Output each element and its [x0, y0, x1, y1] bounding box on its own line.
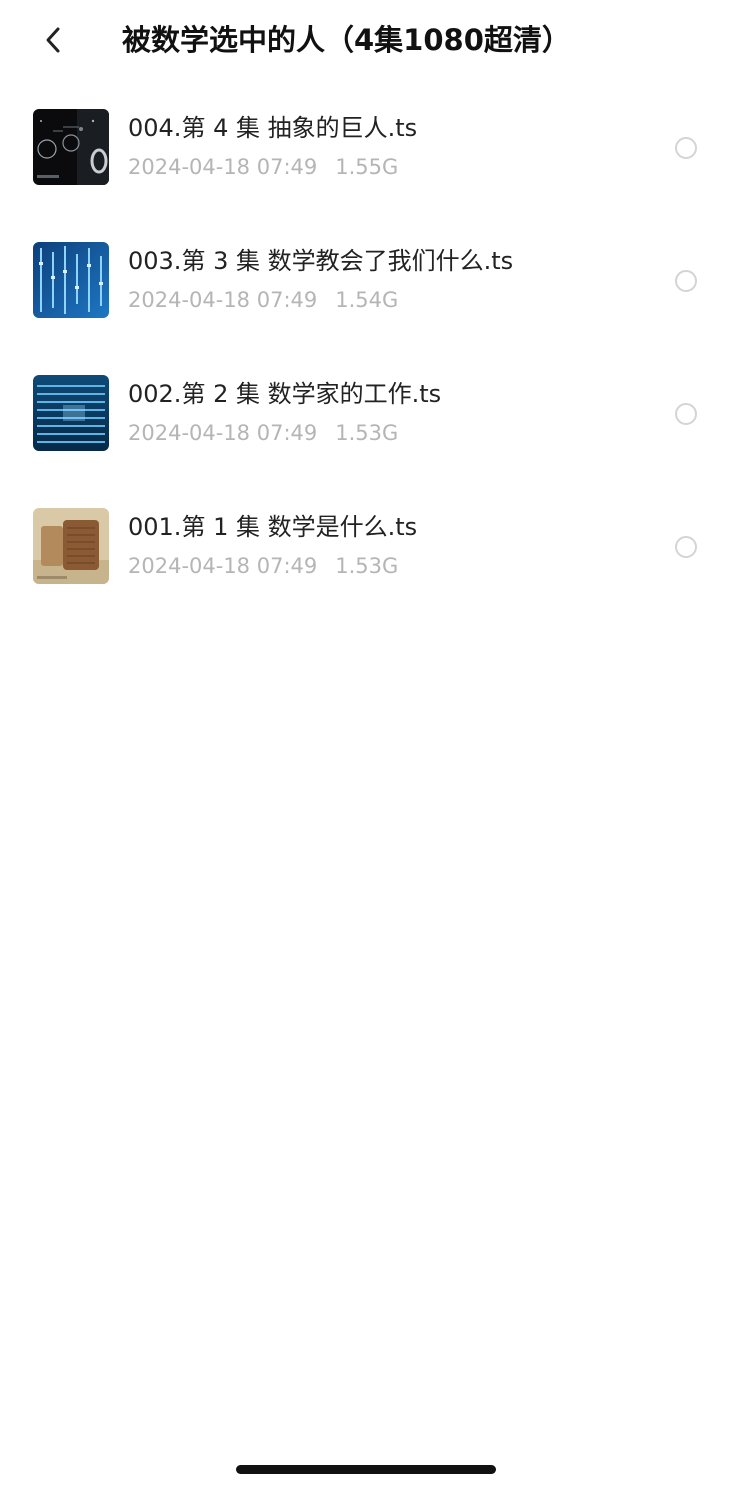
- file-meta: 2024-04-18 07:49 1.54G: [128, 285, 398, 315]
- file-name: 001.第 1 集 数学是什么.ts: [128, 513, 418, 541]
- select-radio[interactable]: [675, 403, 697, 425]
- file-size: 1.53G: [335, 554, 399, 578]
- file-list: 004.第 4 集 抽象的巨人.ts 2024-04-18 07:49 1.55G: [0, 100, 730, 632]
- file-meta: 2024-04-18 07:49 1.55G: [128, 152, 398, 182]
- file-size: 1.55G: [335, 155, 399, 179]
- file-row-episode-3[interactable]: 003.第 3 集 数学教会了我们什么.ts 2024-04-18 07:49 1…: [0, 233, 730, 366]
- file-meta: 2024-04-18 07:49 1.53G: [128, 418, 398, 448]
- clay-tablet-thumbnail: [33, 508, 109, 584]
- file-row-episode-1[interactable]: 001.第 1 集 数学是什么.ts 2024-04-18 07:49 1.53G: [0, 499, 730, 632]
- page-title: 被数学选中的人（4集1080超清）: [122, 23, 571, 57]
- back-button[interactable]: [30, 18, 76, 62]
- select-radio[interactable]: [675, 270, 697, 292]
- file-date: 2024-04-18 07:49: [128, 421, 318, 445]
- file-date: 2024-04-18 07:49: [128, 554, 318, 578]
- file-name: 003.第 3 集 数学教会了我们什么.ts: [128, 247, 514, 275]
- file-name: 002.第 2 集 数学家的工作.ts: [128, 380, 442, 408]
- navigation-bar: 被数学选中的人（4集1080超清）: [0, 0, 730, 82]
- file-name: 004.第 4 集 抽象的巨人.ts: [128, 114, 418, 142]
- file-date: 2024-04-18 07:49: [128, 155, 318, 179]
- chevron-left-icon: [46, 27, 60, 53]
- blue-digits-thumbnail: [33, 375, 109, 451]
- select-radio[interactable]: [675, 536, 697, 558]
- file-row-episode-2[interactable]: 002.第 2 集 数学家的工作.ts 2024-04-18 07:49 1.53…: [0, 366, 730, 499]
- select-radio[interactable]: [675, 137, 697, 159]
- file-meta: 2024-04-18 07:49 1.53G: [128, 551, 398, 581]
- file-size: 1.53G: [335, 421, 399, 445]
- blue-binary-code-thumbnail: [33, 242, 109, 318]
- file-row-episode-4[interactable]: 004.第 4 集 抽象的巨人.ts 2024-04-18 07:49 1.55G: [0, 100, 730, 233]
- home-indicator[interactable]: [236, 1465, 496, 1474]
- file-size: 1.54G: [335, 288, 399, 312]
- dark-space-diagram-thumbnail: [33, 109, 109, 185]
- file-date: 2024-04-18 07:49: [128, 288, 318, 312]
